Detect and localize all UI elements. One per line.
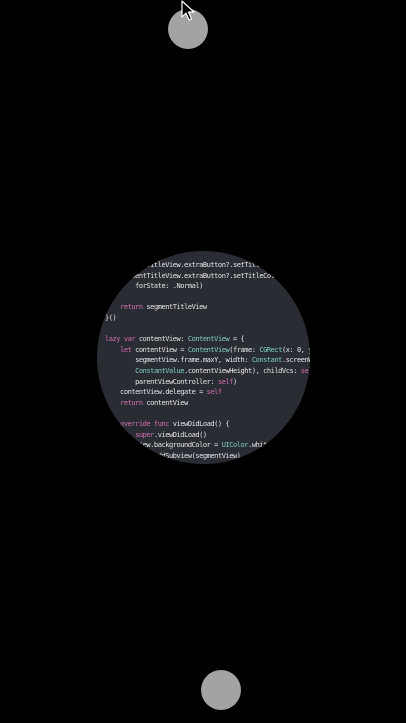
code-token: ContentView xyxy=(187,335,230,344)
code-token: self xyxy=(206,388,223,397)
code-token: (x: 0, y: xyxy=(281,345,310,354)
code-token: ) xyxy=(236,451,241,460)
code-line: override func viewDidLoad() { xyxy=(105,419,310,430)
code-line: }() xyxy=(105,313,310,324)
code-line: let contentView = ContentView(frame: CGR… xyxy=(105,345,310,356)
magnifier-lens: segmentTitleView.extraButton?.setTitle("… xyxy=(97,251,310,464)
code-token: ContentView xyxy=(187,345,230,354)
code-token: contentView xyxy=(142,398,188,407)
code-token: }() xyxy=(105,313,117,322)
code-token: return xyxy=(120,398,143,407)
code-token: parentViewController: xyxy=(105,377,218,386)
code-token: , for xyxy=(287,261,307,269)
code-token: viewDidLoad() { xyxy=(169,419,230,428)
code-line: view.addSubview(segmentView) xyxy=(105,451,310,462)
code-token: segmentTitleView xyxy=(142,303,207,312)
code-token: self xyxy=(300,366,310,375)
code-token: UIColor.r xyxy=(285,271,310,280)
magnifier-bottom-drag-handle[interactable] xyxy=(201,670,241,710)
code-line: segmentTitleView.extraButton?.setTitleCo… xyxy=(105,271,310,282)
code-line: super.viewDidLoad() xyxy=(105,430,310,441)
code-token: = { xyxy=(229,335,245,344)
code-token: UIColor xyxy=(221,441,249,450)
code-token: .screenWidth, height: xyxy=(281,356,310,365)
code-token: Constant xyxy=(251,356,283,365)
arrow-cursor-icon xyxy=(181,0,195,21)
code-token: view.backgroundColor = xyxy=(105,441,222,450)
code-token: override func xyxy=(105,419,169,428)
code-line: forState: .Normal) xyxy=(105,281,310,292)
code-token: segmentView.frame.maxY, width: xyxy=(105,356,252,365)
code-token: self xyxy=(217,377,234,386)
code-token: (frame: xyxy=(229,345,260,354)
code-line: view.backgroundColor = UIColor.whiteColo… xyxy=(105,440,310,451)
code-line: contentView.delegate = self xyxy=(105,387,310,398)
code-token: segmentView xyxy=(195,451,237,460)
code-token: segmentTitleView.extraButton?.setTitle( xyxy=(105,261,267,269)
code-token: contentView.delegate = xyxy=(105,388,207,397)
code-line: return segmentTitleView xyxy=(105,302,310,313)
code-token: .viewDidLoad() xyxy=(153,430,207,439)
code-line: segmentTitleView.extraButton?.setTitle("… xyxy=(105,260,310,271)
code-token: "编辑" xyxy=(266,261,288,269)
code-token: view.addSubview( xyxy=(105,451,196,460)
code-line: segmentView.frame.maxY, width: Constant.… xyxy=(105,355,310,366)
code-token: return xyxy=(120,303,143,312)
code-line: lazy var contentView: ContentView = { xyxy=(105,334,310,345)
code-line: return contentView xyxy=(105,398,310,409)
code-token: contentView = xyxy=(131,345,188,354)
code-snippet: segmentTitleView.extraButton?.setTitle("… xyxy=(105,260,310,461)
code-token: ) xyxy=(233,377,237,386)
code-token: forState: .Normal) xyxy=(105,282,203,291)
code-line: parentViewController: self) xyxy=(105,377,310,388)
code-token: super xyxy=(135,430,154,439)
code-token: ConstantValue xyxy=(135,366,185,375)
code-token: .whiteColor() xyxy=(248,441,297,450)
code-line: ConstantValue.contentViewHeight), childV… xyxy=(105,366,310,377)
code-token: CGRect xyxy=(259,345,282,354)
code-token: let xyxy=(120,345,132,354)
code-token: .contentViewHeight), childVcs: xyxy=(184,366,301,375)
code-token: lazy var xyxy=(105,335,136,344)
code-token: contentView: xyxy=(135,335,188,344)
code-token: segmentTitleView.extraButton?.setTitleCo… xyxy=(105,271,286,280)
